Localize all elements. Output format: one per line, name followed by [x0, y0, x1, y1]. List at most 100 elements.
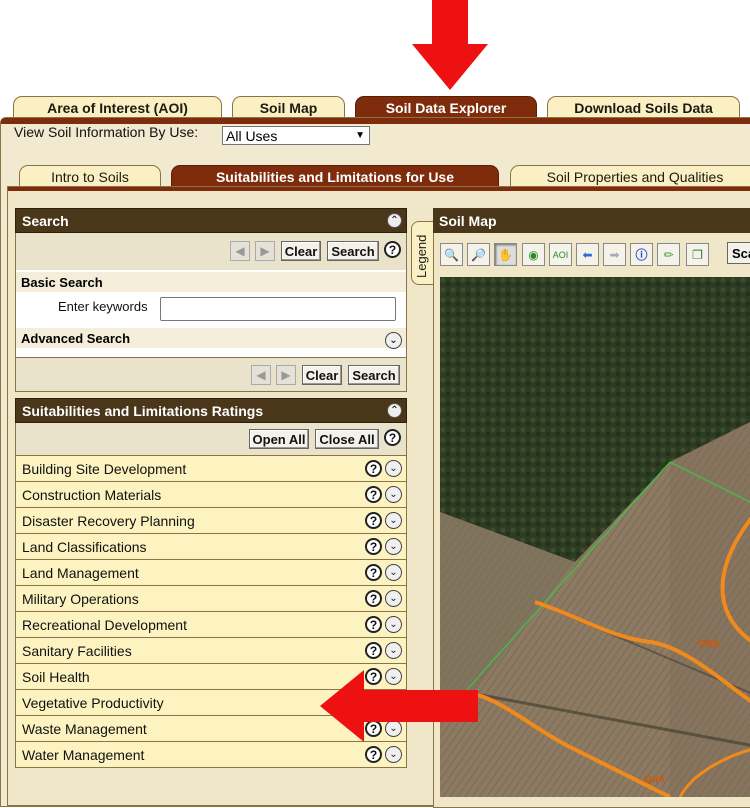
search-body: Basic Search Enter keywords Advanced Sea… — [15, 270, 407, 358]
rating-item-building-site-development[interactable]: Building Site Development? ⌄ — [15, 456, 407, 482]
close-all-button[interactable]: Close All — [315, 429, 379, 449]
clear-button-bottom[interactable]: Clear — [302, 365, 342, 385]
help-icon[interactable]: ? — [365, 642, 382, 659]
rating-item-land-classifications[interactable]: Land Classifications? ⌄ — [15, 534, 407, 560]
rating-item-label: Sanitary Facilities — [22, 642, 132, 659]
soil-map-title: Soil Map — [439, 212, 497, 229]
help-icon[interactable]: ? — [384, 429, 401, 446]
help-icon[interactable]: ? — [365, 538, 382, 555]
rating-item-label: Land Classifications — [22, 538, 147, 555]
expand-icon[interactable]: ⌄ — [385, 512, 402, 529]
tab-area-of-interest[interactable]: Area of Interest (AOI) — [13, 96, 222, 118]
rating-item-label: Military Operations — [22, 590, 139, 607]
globe-icon[interactable]: ◉ — [522, 243, 545, 266]
ratings-toolbar: Open All Close All ? — [15, 423, 407, 456]
expand-icon[interactable]: ⌄ — [385, 486, 402, 503]
help-icon[interactable]: ? — [365, 460, 382, 477]
search-toolbar-top: ◀ ▶ Clear Search ? — [15, 233, 407, 270]
zoom-in-icon[interactable]: 🔍 — [440, 243, 463, 266]
copy-icon[interactable]: ❐ — [686, 243, 709, 266]
red-arrow-down-icon — [412, 0, 488, 90]
help-icon[interactable]: ? — [365, 616, 382, 633]
legend-tab[interactable]: Legend — [411, 221, 433, 285]
keywords-input[interactable] — [160, 297, 396, 321]
rating-item-label: Recreational Development — [22, 616, 187, 633]
aerial-map-svg: CRA QuA — [440, 277, 750, 797]
rating-item-label: Waste Management — [22, 720, 147, 737]
clear-button[interactable]: Clear — [281, 241, 321, 261]
collapse-icon[interactable]: ⌃ — [387, 403, 402, 418]
soil-map-header: Soil Map — [433, 208, 750, 233]
aoi-icon[interactable]: AOI — [549, 243, 572, 266]
expand-icon[interactable]: ⌄ — [385, 564, 402, 581]
tab-soil-map[interactable]: Soil Map — [232, 96, 345, 118]
map-label-qua: QuA — [644, 774, 665, 785]
rating-item-label: Building Site Development — [22, 460, 187, 477]
previous-arrow-icon[interactable]: ◀ — [230, 241, 250, 261]
expand-icon[interactable]: ⌄ — [385, 460, 402, 477]
pan-icon[interactable]: ✋ — [494, 243, 517, 266]
forward-icon[interactable]: ➡ — [603, 243, 626, 266]
back-icon[interactable]: ⬅ — [576, 243, 599, 266]
next-arrow-icon[interactable]: ▶ — [276, 365, 296, 385]
rating-item-construction-materials[interactable]: Construction Materials? ⌄ — [15, 482, 407, 508]
tab-suitabilities-and-limitations[interactable]: Suitabilities and Limitations for Use — [171, 165, 499, 187]
chevron-down-icon: ▼ — [355, 130, 365, 141]
legend-tab-label: Legend — [414, 234, 429, 278]
measure-icon[interactable]: ✏ — [657, 243, 680, 266]
help-icon[interactable]: ? — [384, 241, 401, 258]
help-icon[interactable]: ? — [365, 746, 382, 763]
help-icon[interactable]: ? — [365, 590, 382, 607]
search-panel-title: Search — [22, 212, 69, 229]
rating-item-label: Construction Materials — [22, 486, 162, 503]
ratings-panel-header: Suitabilities and Limitations Ratings ⌃ — [15, 398, 407, 423]
map-label-cra: CRA — [698, 639, 720, 650]
rating-item-label: Disaster Recovery Planning — [22, 512, 195, 529]
advanced-search-label[interactable]: Advanced Search ⌄ — [16, 328, 406, 349]
rating-item-recreational-development[interactable]: Recreational Development? ⌄ — [15, 612, 407, 638]
rating-item-label: Vegetative Productivity — [22, 694, 164, 711]
ratings-panel-title: Suitabilities and Limitations Ratings — [22, 402, 264, 419]
aerial-soil-map[interactable]: CRA QuA — [440, 277, 750, 797]
rating-item-military-operations[interactable]: Military Operations? ⌄ — [15, 586, 407, 612]
view-by-label: View Soil Information By Use: — [14, 124, 199, 140]
next-arrow-icon[interactable]: ▶ — [255, 241, 275, 261]
info-icon[interactable]: ⓘ — [630, 243, 653, 266]
tab-soil-data-explorer[interactable]: Soil Data Explorer — [355, 96, 537, 118]
search-panel-header: Search ⌃ — [15, 208, 407, 233]
map-toolbar: 🔍 🔎 ✋ ◉ AOI ⬅ ➡ ⓘ ✏ ❐ — [434, 233, 750, 277]
search-button[interactable]: Search — [327, 241, 379, 261]
rating-item-label: Water Management — [22, 746, 145, 763]
collapse-icon[interactable]: ⌃ — [387, 213, 402, 228]
keywords-label: Enter keywords — [58, 299, 148, 314]
rating-item-water-management[interactable]: Water Management? ⌄ — [15, 742, 407, 768]
rating-item-disaster-recovery-planning[interactable]: Disaster Recovery Planning? ⌄ — [15, 508, 407, 534]
basic-search-label: Basic Search — [16, 272, 406, 292]
expand-icon[interactable]: ⌄ — [385, 538, 402, 555]
search-button-bottom[interactable]: Search — [348, 365, 400, 385]
expand-icon[interactable]: ⌄ — [385, 746, 402, 763]
scale-button[interactable]: Sca — [727, 242, 750, 264]
search-toolbar-bottom: ◀ ▶ Clear Search — [15, 358, 407, 392]
view-by-select[interactable]: All Uses ▼ — [222, 126, 370, 145]
help-icon[interactable]: ? — [365, 512, 382, 529]
expand-icon[interactable]: ⌄ — [385, 616, 402, 633]
view-by-selected: All Uses — [226, 127, 278, 144]
rating-item-label: Land Management — [22, 564, 139, 581]
zoom-out-icon[interactable]: 🔎 — [467, 243, 490, 266]
tab-download-soils-data[interactable]: Download Soils Data — [547, 96, 740, 118]
tab-soil-properties[interactable]: Soil Properties and Qualities — [510, 165, 750, 187]
rating-item-label: Soil Health — [22, 668, 90, 685]
help-icon[interactable]: ? — [365, 486, 382, 503]
red-arrow-left-icon — [320, 670, 478, 742]
expand-icon[interactable]: ⌄ — [385, 642, 402, 659]
expand-icon[interactable]: ⌄ — [385, 332, 402, 349]
rating-item-sanitary-facilities[interactable]: Sanitary Facilities? ⌄ — [15, 638, 407, 664]
rating-item-land-management[interactable]: Land Management? ⌄ — [15, 560, 407, 586]
expand-icon[interactable]: ⌄ — [385, 590, 402, 607]
tab-intro-to-soils[interactable]: Intro to Soils — [19, 165, 161, 187]
previous-arrow-icon[interactable]: ◀ — [251, 365, 271, 385]
open-all-button[interactable]: Open All — [249, 429, 309, 449]
help-icon[interactable]: ? — [365, 564, 382, 581]
advanced-search-text: Advanced Search — [21, 330, 131, 346]
